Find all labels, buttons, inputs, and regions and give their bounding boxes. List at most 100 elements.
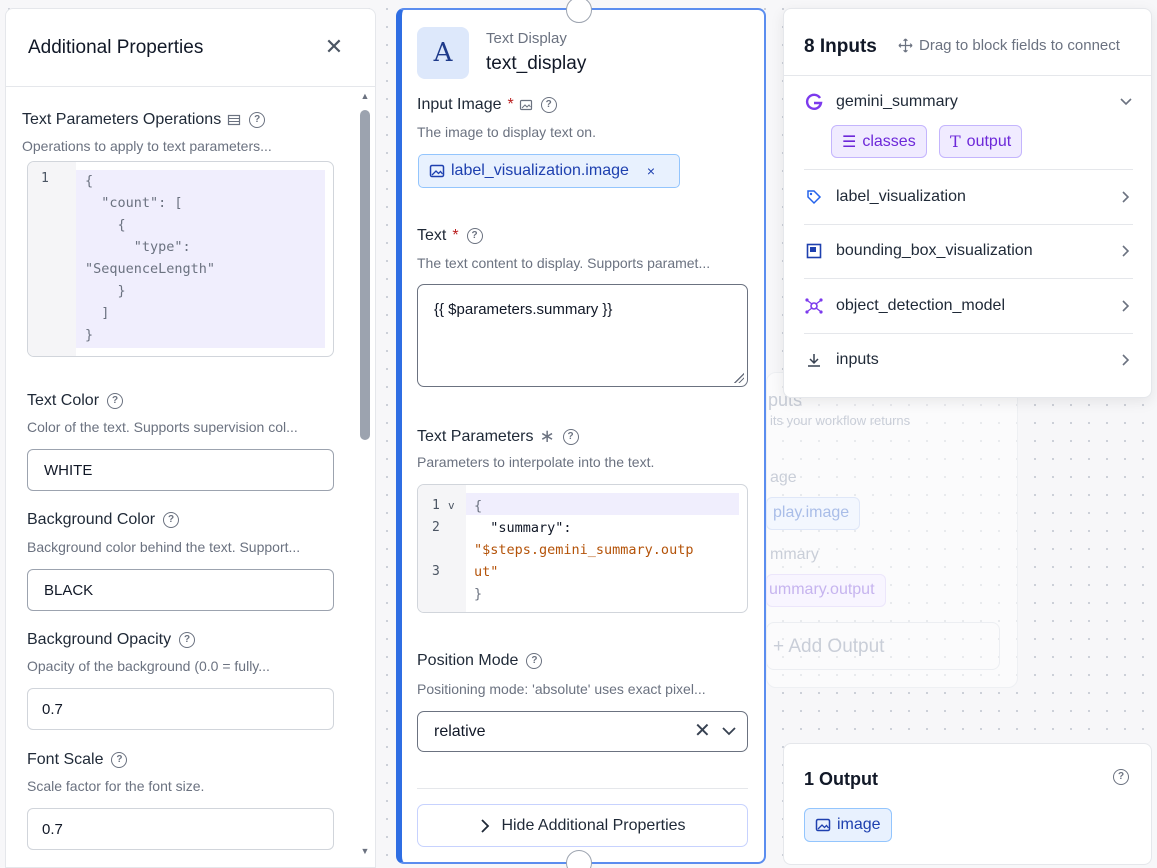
code-text[interactable]: { "count": [ { "type": "SequenceLength" … [85,170,215,346]
resize-handle-icon[interactable] [734,373,744,383]
input-item-bounding-box-visualization[interactable]: bounding_box_visualization [804,224,1133,278]
chip-label: classes [862,132,916,150]
background-opacity-input[interactable]: 0.7 [27,688,334,730]
required-mark: * [507,96,514,113]
output-row2-chip-ghost: ummary.output [766,574,886,607]
model-graph-icon [804,296,824,316]
code-text[interactable]: { "summary": "$steps.gemini_summary.outp u… [474,495,693,605]
text-color-input[interactable]: WHITE [27,449,334,491]
hide-additional-properties-button[interactable]: Hide Additional Properties [417,804,748,847]
text-type-icon: T [950,132,961,151]
additional-properties-panel: Additional Properties ✕ [5,8,376,868]
button-label: Hide Additional Properties [501,816,686,834]
input-item-label-visualization[interactable]: label_visualization [804,170,1133,224]
bounding-box-icon [804,241,824,261]
textarea-value: {{ $parameters.summary }} [434,301,613,318]
line-number: 3 [432,564,440,579]
input-item-inputs[interactable]: inputs [804,333,1133,387]
label-text: Background Color [27,511,156,528]
image-icon [519,98,533,112]
close-icon[interactable]: ✕ [322,36,346,60]
output-row2-label-ghost: mmary [770,546,819,563]
chevron-right-icon[interactable] [1119,190,1133,204]
operations-code-editor[interactable]: 1 { "count": [ { "type": "SequenceLength… [27,161,334,357]
input-image-chip[interactable]: label_visualization.image × [418,154,680,188]
input-label: inputs [836,351,879,368]
output-chip-image[interactable]: image [804,808,892,842]
background-color-input[interactable]: BLACK [27,569,334,611]
left-scrollbar-thumb[interactable] [360,110,370,440]
input-label: gemini_summary [836,93,958,110]
label-text: Input Image [417,96,502,113]
tag-icon [804,187,824,207]
input-item-gemini-summary[interactable]: gemini_summary [804,75,1133,129]
output-row-label-ghost: age [770,469,797,486]
panel-header: Additional Properties ✕ [6,9,375,87]
text-color-label: Text Color ? [27,392,124,410]
panel-title: Additional Properties [28,37,204,58]
background-color-desc: Background color behind the text. Suppor… [27,539,301,555]
chevron-down-icon[interactable] [720,722,738,740]
font-scale-label: Font Scale ? [27,751,128,769]
field-chip-classes[interactable]: ☰ classes [831,125,927,158]
label-text: Font Scale [27,751,104,768]
move-icon [898,38,913,53]
code-line: ut" [474,564,499,580]
background-opacity-desc: Opacity of the background (0.0 = fully..… [27,658,270,674]
clear-icon[interactable]: ✕ [694,721,711,741]
fold-icon[interactable]: v [448,499,455,512]
line-number [432,539,440,561]
font-scale-input[interactable]: 0.7 [27,808,334,850]
image-icon [429,163,445,179]
remove-chip-icon[interactable]: × [647,163,655,179]
output-panel: 1 Output ? image [783,743,1152,865]
chevron-right-icon[interactable] [1119,244,1133,258]
input-image-desc: The image to display text on. [417,124,596,140]
position-mode-label: Position Mode ? [417,652,543,670]
line-number: 2 [432,520,440,535]
line-numbers: 1 2 3 [432,495,440,583]
text-block-icon: A [417,27,469,79]
help-icon[interactable]: ? [526,653,543,669]
asterisk-icon: ∗ [539,426,555,446]
field-chip-output[interactable]: T output [939,125,1023,158]
line-number: 1 [41,171,49,186]
text-parameters-code-editor[interactable]: 1 2 3 v { "summary": "$steps.gemini_summa… [417,484,748,613]
text-desc: The text content to display. Supports pa… [417,255,711,271]
text-label: Text * ? [417,227,483,245]
help-icon[interactable]: ? [540,97,557,113]
chevron-down-icon[interactable] [1119,95,1133,109]
chip-label: output [966,132,1012,150]
chevron-right-icon[interactable] [1119,353,1133,367]
help-icon[interactable]: ? [466,228,483,244]
input-item-object-detection-model[interactable]: object_detection_model [804,279,1133,333]
chip-label: image [837,816,881,833]
help-icon[interactable]: ? [1113,769,1129,785]
block-type: Text Display [486,30,567,47]
text-parameters-operations-desc: Operations to apply to text parameters..… [22,138,272,154]
help-icon[interactable]: ? [179,632,196,648]
help-icon[interactable]: ? [249,112,266,128]
divider [417,788,748,789]
code-line: "$steps.gemini_summary.outp [474,542,694,558]
output-row-chip-ghost: play.image [766,497,861,530]
help-icon[interactable]: ? [111,752,128,768]
position-mode-desc: Positioning mode: 'absolute' uses exact … [417,681,706,697]
inputs-title: 8 Inputs [804,36,877,57]
code-gutter [28,162,76,356]
label-text: Text Parameters [417,427,534,445]
drag-hint: Drag to block fields to connect [898,37,1120,54]
code-line: { [474,498,483,514]
help-icon[interactable]: ? [163,512,180,528]
text-content-textarea[interactable]: {{ $parameters.summary }} [417,284,748,387]
label-text: Text [417,227,447,244]
help-icon[interactable]: ? [107,393,124,409]
help-icon[interactable]: ? [562,428,579,445]
chevron-right-icon[interactable] [1119,299,1133,313]
text-color-desc: Color of the text. Supports supervision … [27,419,298,435]
selected-value: relative [434,722,486,740]
output-title: 1 Output [804,769,878,789]
input-label: label_visualization [836,188,966,205]
scroll-up-icon[interactable]: ▲ [360,91,370,101]
scroll-down-icon[interactable]: ▼ [360,846,370,856]
